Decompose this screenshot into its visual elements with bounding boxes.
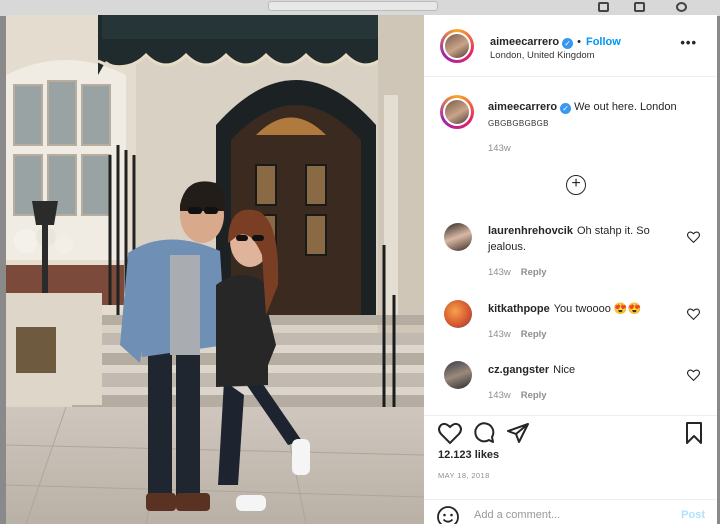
comment-text: cz.gangster Nice xyxy=(488,362,678,378)
comment-meta: 143w Reply xyxy=(488,329,547,340)
share-icon[interactable] xyxy=(506,421,530,445)
comment-icon[interactable] xyxy=(472,421,496,445)
reply-button[interactable]: Reply xyxy=(521,390,547,401)
post-sidebar: aimeecarrero ✓ • Follow London, United King… xyxy=(424,15,717,524)
comment-time: 143w xyxy=(488,267,511,278)
caption-tag: GBGBGBGBGB xyxy=(488,119,549,128)
photo-illustration xyxy=(6,15,424,524)
reply-button[interactable]: Reply xyxy=(521,267,547,278)
post-photo[interactable] xyxy=(6,15,424,524)
author-avatar[interactable] xyxy=(440,29,474,63)
comment-meta: 143w Reply xyxy=(488,267,547,278)
comment-body: Nice xyxy=(553,364,576,376)
post-location[interactable]: London, United Kingdom xyxy=(490,50,595,61)
follow-button[interactable]: Follow xyxy=(586,36,621,48)
browser-address-field[interactable] xyxy=(268,1,438,11)
browser-icon-2[interactable] xyxy=(634,2,645,12)
caption-time: 143w xyxy=(488,143,511,154)
comment-text: kitkathpope You twoooo 😍😍 xyxy=(488,301,678,317)
comment-username[interactable]: kitkathpope xyxy=(488,303,550,315)
verified-badge-icon: ✓ xyxy=(562,38,574,49)
header-separator: • xyxy=(577,36,581,48)
author-username[interactable]: aimeecarrero xyxy=(490,36,559,48)
post-date: MAY 18, 2018 xyxy=(438,471,490,480)
emoji-icon[interactable] xyxy=(436,505,460,524)
comment-avatar[interactable] xyxy=(444,223,472,251)
comment-avatar[interactable] xyxy=(444,300,472,328)
comment-avatar[interactable] xyxy=(444,361,472,389)
add-comment-bar: Add a comment... Post xyxy=(424,499,717,524)
like-comment-icon[interactable] xyxy=(687,308,700,320)
header-title-row: aimeecarrero ✓ • Follow xyxy=(490,32,621,50)
like-icon[interactable] xyxy=(438,421,462,445)
load-more-comments-icon[interactable]: + xyxy=(566,175,586,195)
like-comment-icon[interactable] xyxy=(687,369,700,381)
add-comment-input[interactable]: Add a comment... xyxy=(474,509,560,521)
save-icon[interactable] xyxy=(682,421,706,445)
comment-time: 143w xyxy=(488,329,511,340)
comment-username[interactable]: cz.gangster xyxy=(488,364,549,376)
reply-button[interactable]: Reply xyxy=(521,329,547,340)
post-actions xyxy=(424,415,717,445)
verified-badge-icon: ✓ xyxy=(560,103,572,114)
comment-time: 143w xyxy=(488,390,511,401)
comment-username[interactable]: laurenhrehovcik xyxy=(488,225,573,237)
browser-icon-3[interactable] xyxy=(676,2,687,12)
like-comment-icon[interactable] xyxy=(687,231,700,243)
browser-bar xyxy=(0,0,720,16)
post-modal: aimeecarrero ✓ • Follow London, United King… xyxy=(6,15,717,524)
comment-body: You twoooo 😍😍 xyxy=(553,303,642,315)
caption-body: We out here. London xyxy=(574,101,677,113)
more-options-icon[interactable]: ••• xyxy=(680,35,697,50)
caption-username[interactable]: aimeecarrero xyxy=(488,101,557,113)
post-header: aimeecarrero ✓ • Follow London, United King… xyxy=(424,15,717,77)
likes-count[interactable]: 12.123 likes xyxy=(438,449,499,461)
post-caption: aimeecarrero ✓ We out here. London xyxy=(488,100,708,114)
comment-text: laurenhrehovcik Oh stahp it. So jealous. xyxy=(488,223,678,255)
browser-icon-1[interactable] xyxy=(598,2,609,12)
post-comment-button[interactable]: Post xyxy=(681,509,705,521)
comment-meta: 143w Reply xyxy=(488,390,547,401)
caption-avatar[interactable] xyxy=(440,95,474,129)
